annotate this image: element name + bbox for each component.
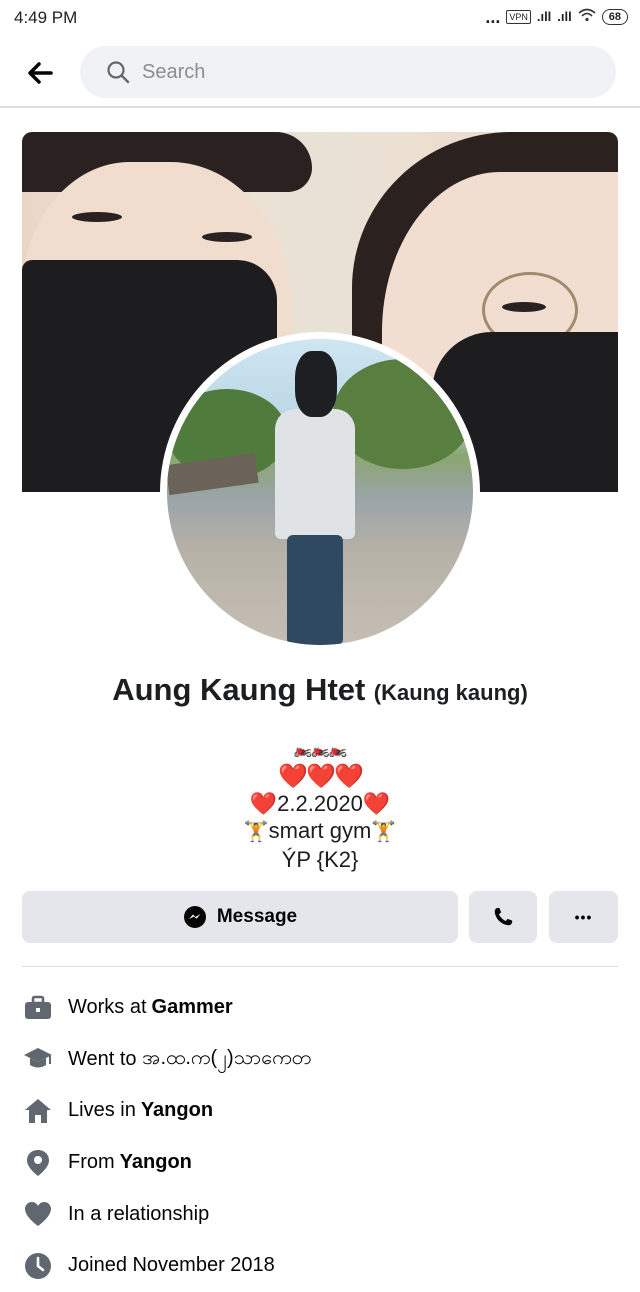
heart-icon-left: ❤️ [249, 791, 278, 816]
notification-dots: ... [485, 6, 501, 27]
detail-joined-text: Joined November 2018 [68, 1254, 275, 1277]
profile-actions: Message ••• [22, 891, 618, 943]
clock-icon [22, 1250, 54, 1282]
wifi-icon [578, 8, 596, 25]
weightlifter-icon-right: 🏋 [371, 821, 397, 843]
status-bar: 4:49 PM ... VPN .ıll .ıll 68 [0, 0, 640, 36]
bio-gym: smart gym [268, 818, 372, 843]
detail-work: Works at Gammer [22, 982, 618, 1034]
detail-education-prefix: Went to [68, 1047, 137, 1070]
back-button[interactable] [22, 56, 58, 90]
detail-work-value[interactable]: Gammer [152, 996, 233, 1019]
signal-icon-2: .ıll [557, 9, 572, 24]
detail-residence: Lives in Yangon [22, 1085, 618, 1137]
profile-bio: 🏍️🏍️🏍️ ❤️❤️❤️ ❤️2.2.2020❤️ 🏋smart gym🏋 Ý… [0, 736, 640, 873]
signal-icon-1: .ıll [536, 9, 552, 24]
vpn-icon: VPN [506, 9, 531, 24]
profile-alternate-name: (Kaung kaung) [373, 680, 528, 705]
bio-hearts: ❤️❤️❤️ [278, 763, 364, 790]
detail-hometown-value[interactable]: Yangon [120, 1151, 192, 1174]
detail-joined: Joined November 2018 [22, 1240, 618, 1292]
phone-icon [494, 907, 513, 926]
location-pin-icon [22, 1147, 54, 1179]
detail-hometown-prefix: From [68, 1151, 115, 1174]
detail-education: Went to အ.ထ.က(၂)သာကေတ [22, 1034, 618, 1086]
call-button[interactable] [469, 891, 537, 943]
divider [22, 966, 618, 967]
more-options-button[interactable]: ••• [549, 891, 618, 943]
detail-relationship-text: In a relationship [68, 1202, 210, 1225]
more-icon: ••• [574, 909, 593, 925]
weightlifter-icon-left: 🏋 [243, 821, 269, 843]
heart-icon-right: ❤️ [362, 791, 391, 816]
top-bar [0, 40, 640, 108]
bio-date-line: ❤️2.2.2020❤️ [0, 790, 640, 817]
profile-picture[interactable] [160, 332, 480, 652]
message-button[interactable]: Message [22, 891, 458, 943]
status-icons: ... VPN .ıll .ıll 68 [485, 6, 628, 27]
profile-name-row: Aung Kaung Htet (Kaung kaung) [0, 672, 640, 708]
detail-education-value[interactable]: အ.ထ.က(၂)သာကေတ [142, 1044, 311, 1074]
bio-gym-line: 🏋smart gym🏋 [0, 817, 640, 846]
bio-date: 2.2.2020 [277, 791, 363, 816]
detail-hometown: From Yangon [22, 1137, 618, 1189]
detail-work-prefix: Works at [68, 996, 147, 1019]
home-icon [22, 1095, 54, 1127]
detail-relationship: In a relationship [22, 1188, 618, 1240]
back-arrow-icon [28, 62, 53, 84]
profile-name: Aung Kaung Htet [112, 672, 366, 707]
search-input[interactable] [140, 59, 544, 85]
messenger-icon [183, 906, 206, 928]
heart-icon [22, 1198, 54, 1230]
status-time: 4:49 PM [14, 8, 78, 27]
bio-motorcycles: 🏍️🏍️🏍️ [293, 741, 347, 758]
search-icon [107, 61, 130, 84]
briefcase-icon [22, 992, 54, 1024]
graduation-cap-icon [22, 1043, 54, 1075]
battery-icon: 68 [601, 8, 628, 25]
search-bar[interactable] [80, 46, 616, 98]
message-button-label: Message [216, 906, 298, 927]
detail-residence-prefix: Lives in [68, 1099, 136, 1122]
intro-details: Works at Gammer Went to အ.ထ.က(၂)သာကေတ Liv… [22, 982, 618, 1292]
bio-tag: ÝP {K2} [281, 847, 359, 872]
detail-residence-value[interactable]: Yangon [141, 1099, 213, 1122]
